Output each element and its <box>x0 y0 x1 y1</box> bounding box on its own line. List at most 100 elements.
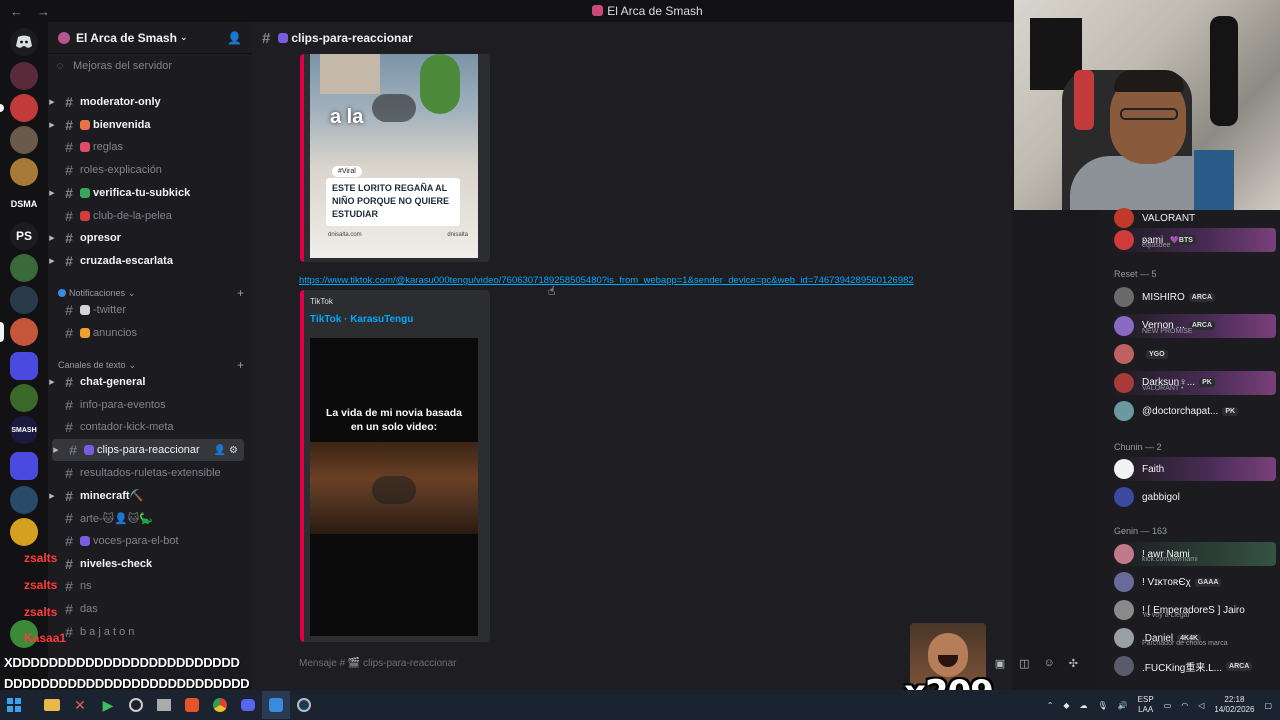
server-icon-ps[interactable]: PS <box>10 222 38 250</box>
category-canales-de-texto[interactable]: Canales de texto ⌄ + <box>58 358 244 372</box>
avatar <box>1114 287 1134 307</box>
server-icon-6[interactable] <box>10 286 38 314</box>
folder-icon-2[interactable] <box>10 452 38 480</box>
channel-item[interactable]: # reglas <box>48 136 244 158</box>
server-icon-2[interactable] <box>10 94 38 122</box>
member-item[interactable]: @doctorchapat... PK <box>1114 399 1276 423</box>
channel-item[interactable]: # -twitter <box>48 299 244 321</box>
invite-people-icon[interactable]: 👤 <box>227 31 242 45</box>
member-status: equisdee <box>1142 242 1171 249</box>
channel-label: minecraft⛏️ <box>80 490 144 502</box>
sticker-icon[interactable]: ◫ <box>1019 657 1029 670</box>
speaker-icon[interactable]: ◁ <box>1198 701 1204 710</box>
server-icon-8[interactable] <box>10 486 38 514</box>
channel-item[interactable]: ▶ # chat-general <box>48 371 244 393</box>
language-code: ESP <box>1137 695 1154 704</box>
member-item[interactable]: Faith <box>1114 457 1276 481</box>
channel-item[interactable]: ▶ # minecraft⛏️ <box>48 485 244 507</box>
category-notificaciones[interactable]: Notificaciones ⌄ + <box>58 286 244 300</box>
embed-author[interactable]: TikTok · KarasuTengu <box>310 314 413 325</box>
member-name: MISHIRO <box>1142 291 1185 303</box>
member-item[interactable]: gabbigol <box>1114 485 1276 509</box>
app-icon-generic[interactable] <box>150 691 178 719</box>
monitor-icon[interactable]: ▭ <box>1164 701 1172 710</box>
chrome-icon[interactable] <box>206 691 234 719</box>
brave-icon[interactable] <box>178 691 206 719</box>
channel-item[interactable]: # contador-kick-meta <box>48 416 244 438</box>
webcam-feed <box>1014 0 1280 210</box>
app-icon-active[interactable] <box>262 691 290 719</box>
channel-item[interactable]: # resultados-ruletas-extensible <box>48 462 244 484</box>
globe-icon <box>58 289 66 297</box>
member-item[interactable]: ! awr Nami kick.com/awrnami <box>1114 542 1276 566</box>
network-app-icon[interactable]: ◆ <box>1063 701 1069 710</box>
apps-icon[interactable]: ✣ <box>1069 657 1078 670</box>
server-avatar-icon <box>58 31 70 44</box>
steam-icon[interactable] <box>290 691 318 719</box>
member-item[interactable]: MISHIRO ARCA <box>1114 285 1276 309</box>
gif-icon[interactable]: ▣ <box>995 657 1005 670</box>
channel-item[interactable]: ▶ # opresor <box>48 227 244 249</box>
emoji-icon[interactable]: ☺ <box>1044 657 1055 670</box>
channel-item[interactable]: ▶ # verifica-tu-subkick <box>48 182 244 204</box>
play-button[interactable] <box>372 476 416 504</box>
add-channel-icon[interactable]: + <box>237 286 244 300</box>
server-icon-smash[interactable]: SMASH <box>10 416 38 444</box>
embed-2-thumbnail[interactable]: La vida de mi novia basada en un solo vi… <box>310 338 478 636</box>
member-item[interactable]: Vernon ... ARCA NEW PROMISE <box>1114 313 1276 338</box>
channel-item[interactable]: ▶ # moderator-only <box>48 91 244 113</box>
member-item[interactable]: YGO <box>1114 342 1276 366</box>
channel-settings-icon[interactable]: 👤 ⚙ <box>214 445 238 456</box>
overlay-message-line: DDDDDDDDDDDDDDDDDDDDDDDDDDD <box>4 676 250 691</box>
member-item[interactable]: Darksun♀... PK VALORANT • <box>1114 370 1276 395</box>
discord-home-icon[interactable] <box>10 28 38 56</box>
microphone-icon[interactable]: 🎙 <box>1098 701 1108 710</box>
member-item[interactable]: VALORANT <box>1114 206 1276 230</box>
language-indicator[interactable]: ESP LAA <box>1138 695 1154 715</box>
server-icon-4[interactable] <box>10 158 38 186</box>
message-link[interactable]: https://www.tiktok.com/@karasu000tengu/v… <box>299 275 914 286</box>
windows-start-icon[interactable] <box>0 691 28 719</box>
volume-icon[interactable]: 🔊 <box>1118 701 1128 710</box>
channel-item[interactable]: # info-para-eventos <box>48 394 244 416</box>
folder-icon[interactable] <box>10 352 38 380</box>
channel-item[interactable]: # club-de-la-pelea <box>48 205 244 227</box>
server-icon-el-arca[interactable] <box>10 318 38 346</box>
add-channel-icon[interactable]: + <box>237 358 244 372</box>
channel-item[interactable]: # anuncios <box>48 322 244 344</box>
play-button[interactable] <box>372 94 416 122</box>
channel-emoji-icon <box>80 187 90 198</box>
hash-icon: # <box>65 419 73 436</box>
channel-item[interactable]: ▶ # clips-para-reaccionar 👤 ⚙ <box>52 439 244 462</box>
server-boost-item[interactable]: ◌ Mejoras del servidor <box>48 55 244 77</box>
channel-item[interactable]: ▶ # bienvenida <box>48 114 244 136</box>
server-icon-dsm[interactable]: DSMA <box>10 190 38 218</box>
server-icon-5[interactable] <box>10 254 38 282</box>
server-icon-3[interactable] <box>10 126 38 154</box>
discord-taskbar-icon[interactable] <box>234 691 262 719</box>
server-icon-7[interactable] <box>10 384 38 412</box>
channel-item[interactable]: # arte-🐱👤🐱🦕 <box>48 507 244 529</box>
member-item[interactable]: .Daniel 4K4K Parchador de cholos marca <box>1114 626 1276 650</box>
server-header[interactable]: El Arca de Smash ⌄ 👤 <box>48 22 252 54</box>
obs-icon[interactable] <box>122 691 150 719</box>
hash-icon: # <box>65 464 73 481</box>
server-icon-1[interactable] <box>10 62 38 90</box>
notification-icon[interactable]: ▢ <box>1264 701 1272 710</box>
member-item[interactable]: ! VɪᴋᴛᴏʀЄχ GAAA <box>1114 570 1276 594</box>
cloud-icon[interactable]: ☁ <box>1080 701 1088 710</box>
file-explorer-icon[interactable] <box>38 691 66 719</box>
clock[interactable]: 22:18 14/02/2026 <box>1214 695 1254 715</box>
app-icon-play[interactable]: ▶ <box>94 691 122 719</box>
chevron-up-icon[interactable]: ⌃ <box>1047 701 1054 710</box>
embed-1-thumbnail[interactable]: a la #Viral ESTE LORITO REGAÑA AL NIÑO P… <box>310 54 478 258</box>
member-item[interactable]: ʚami 💜BTS equisdee <box>1114 228 1276 252</box>
channel-item[interactable]: ▶ # cruzada-escarlata <box>48 250 244 272</box>
channel-item[interactable]: # roles-explicación <box>48 159 244 181</box>
app-icon-x[interactable]: ✕ <box>66 691 94 719</box>
member-item[interactable]: ! [ EmperadoreS ] Jairo Yo voy a Llegar <box>1114 598 1276 622</box>
wifi-icon[interactable]: ◠ <box>1181 701 1188 710</box>
server-icon-bingo[interactable] <box>10 518 38 546</box>
hash-icon: # <box>65 162 73 179</box>
member-item[interactable]: .FUCKing重来.L... ARCA <box>1114 654 1276 678</box>
